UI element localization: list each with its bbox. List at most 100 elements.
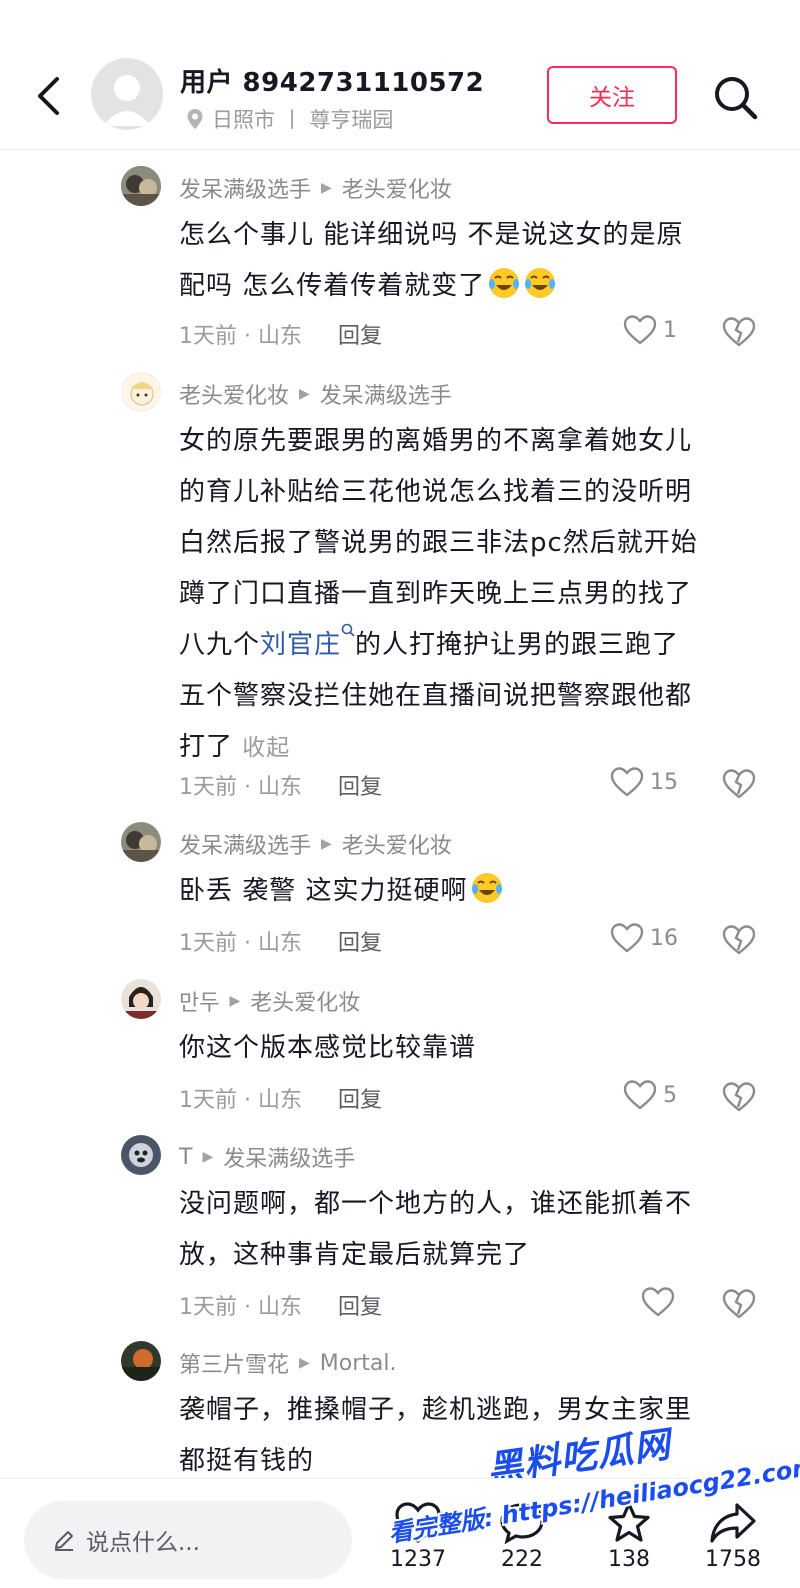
- commenter-avatar[interactable]: [121, 1135, 161, 1175]
- search-small-icon: [341, 623, 355, 637]
- comment-author-row: 发呆满级选手 ▶ 老头爱化妆: [179, 828, 452, 860]
- commenter-avatar[interactable]: [121, 372, 161, 412]
- comment-meta: 1天前 · 山东 回复: [179, 925, 382, 957]
- broken-heart-icon: [722, 769, 756, 799]
- commenter-avatar[interactable]: [121, 1341, 161, 1381]
- comment-line: 配吗 怎么传着传着就变了: [179, 261, 749, 312]
- reply-button[interactable]: 回复: [338, 769, 382, 801]
- comment-text: 没问题啊，都一个地方的人，谁还能抓着不 放，这种事肯定最后就算完了: [179, 1179, 749, 1281]
- dislike-button[interactable]: [722, 316, 756, 350]
- reply-target[interactable]: 老头爱化妆: [342, 172, 452, 204]
- location-pin-icon: [187, 109, 203, 129]
- comment-author[interactable]: 发呆满级选手: [179, 172, 311, 204]
- comment-author-row: T ▶ 发呆满级选手: [179, 1141, 355, 1173]
- comment-meta: 1天前 · 山东 回复: [179, 1082, 382, 1114]
- share-arrow-icon: [710, 1503, 756, 1543]
- commenter-avatar[interactable]: [121, 979, 161, 1019]
- comment-author-row: 第三片雪花 ▶ Mortal.: [179, 1347, 397, 1379]
- comment-author-row: 老头爱化妆 ▶ 发呆满级选手: [179, 378, 452, 410]
- comment-author-row: 发呆满级选手 ▶ 老头爱化妆: [179, 172, 452, 204]
- follow-button[interactable]: 关注: [547, 66, 677, 124]
- like-button[interactable]: 1: [623, 314, 677, 346]
- comment-line: 卧丢 袭警 这实力挺硬啊: [179, 866, 749, 917]
- comment-line: 女的原先要跟男的离婚男的不离拿着她女儿: [179, 426, 693, 456]
- comment-time-location: 1天前 · 山东: [179, 1088, 302, 1113]
- laugh-cry-emoji-icon: [471, 873, 502, 903]
- comment-line: 没问题啊，都一个地方的人，谁还能抓着不: [179, 1189, 693, 1219]
- comment-time-location: 1天前 · 山东: [179, 775, 302, 800]
- reply-button[interactable]: 回复: [338, 318, 382, 350]
- reply-target[interactable]: Mortal.: [320, 1351, 397, 1376]
- comment-line: 放，这种事肯定最后就算完了: [179, 1240, 531, 1270]
- favorite-total: 138: [608, 1547, 650, 1572]
- like-button[interactable]: 16: [610, 922, 678, 954]
- comment-input[interactable]: 说点什么...: [24, 1501, 352, 1579]
- place-link[interactable]: 刘官庄: [260, 630, 341, 660]
- comment-author[interactable]: 老头爱化妆: [179, 378, 289, 410]
- reply-button[interactable]: 回复: [338, 1082, 382, 1114]
- comment-total: 222: [501, 1547, 543, 1572]
- reply-target[interactable]: 老头爱化妆: [250, 985, 360, 1017]
- laugh-cry-emoji-icon: [525, 268, 556, 298]
- comment-author[interactable]: 第三片雪花: [179, 1347, 289, 1379]
- reply-target[interactable]: 老头爱化妆: [342, 828, 452, 860]
- comment-author[interactable]: 만두: [179, 985, 219, 1017]
- search-icon: [715, 77, 758, 120]
- comment-line: 蹲了门口直播一直到昨天晚上三点男的找了: [179, 579, 693, 609]
- comment-meta: 1天前 · 山东 回复: [179, 1289, 382, 1321]
- broken-heart-icon: [722, 925, 756, 955]
- comment-line: 白然后报了警说男的跟三非法pc然后就开始: [179, 528, 698, 558]
- reply-button[interactable]: 回复: [338, 925, 382, 957]
- reply-arrow-icon: ▶: [299, 1355, 310, 1371]
- like-button[interactable]: 5: [623, 1079, 677, 1111]
- comment-author[interactable]: T: [179, 1145, 192, 1170]
- heart-icon: [610, 767, 644, 797]
- commenter-avatar[interactable]: [121, 822, 161, 862]
- heart-icon: [610, 923, 644, 953]
- reply-arrow-icon: ▶: [229, 993, 241, 1009]
- dislike-button[interactable]: [722, 924, 756, 958]
- reply-target[interactable]: 发呆满级选手: [223, 1141, 355, 1173]
- collapse-link[interactable]: 收起: [242, 735, 290, 761]
- dislike-button[interactable]: [722, 768, 756, 802]
- laugh-cry-emoji-icon: [489, 268, 520, 298]
- back-button[interactable]: [30, 72, 66, 120]
- dislike-button[interactable]: [722, 1081, 756, 1115]
- like-button[interactable]: 15: [610, 766, 678, 798]
- comment-time-location: 1天前 · 山东: [179, 931, 302, 956]
- comment-meta: 1天前 · 山东 回复: [179, 769, 382, 801]
- top-header: 用户 8942731110572 日照市 丨 尊亨瑞园 关注: [0, 0, 800, 150]
- broken-heart-icon: [722, 317, 756, 347]
- reply-arrow-icon: ▶: [299, 386, 310, 402]
- user-avatar[interactable]: [91, 58, 163, 130]
- comment-meta: 1天前 · 山东 回复: [179, 318, 382, 350]
- comment-line: 八九个刘官庄 的人打掩护让男的跟三跑了: [179, 620, 749, 671]
- dislike-button[interactable]: [722, 1288, 756, 1322]
- location-row: 日照市 丨 尊亨瑞园: [186, 104, 393, 134]
- comment-line: 五个警察没拦住她在直播间说把警察跟他都: [179, 681, 693, 711]
- chevron-left-icon: [38, 77, 59, 115]
- broken-heart-icon: [722, 1289, 756, 1319]
- commenter-avatar[interactable]: [121, 166, 161, 206]
- like-button[interactable]: [641, 1286, 681, 1318]
- heart-icon: [623, 1080, 657, 1110]
- reply-target[interactable]: 发呆满级选手: [320, 378, 452, 410]
- comment-text: 怎么个事儿 能详细说吗 不是说这女的是原 配吗 怎么传着传着就变了: [179, 210, 749, 312]
- location-text: 日照市 丨 尊亨瑞园: [212, 108, 394, 132]
- like-count: 15: [650, 769, 678, 795]
- comment-author[interactable]: 发呆满级选手: [179, 828, 311, 860]
- comment-text: 女的原先要跟男的离婚男的不离拿着她女儿 的育儿补贴给三花他说怎么找着三的没听明 …: [179, 416, 749, 774]
- comment-time-location: 1天前 · 山东: [179, 1295, 302, 1320]
- like-count: 16: [650, 925, 678, 951]
- heart-icon: [623, 315, 657, 345]
- search-button[interactable]: [712, 74, 760, 122]
- share-action-button[interactable]: 1758: [693, 1501, 773, 1588]
- default-avatar-icon: [103, 75, 151, 126]
- comment-text: 卧丢 袭警 这实力挺硬啊: [179, 866, 749, 917]
- broken-heart-icon: [722, 1082, 756, 1112]
- reply-button[interactable]: 回复: [338, 1289, 382, 1321]
- comment-line: 的育儿补贴给三花他说怎么找着三的没听明: [179, 477, 693, 507]
- comment-line: 怎么个事儿 能详细说吗 不是说这女的是原: [179, 220, 684, 250]
- username[interactable]: 用户 8942731110572: [180, 62, 484, 99]
- like-count: 1: [663, 317, 677, 343]
